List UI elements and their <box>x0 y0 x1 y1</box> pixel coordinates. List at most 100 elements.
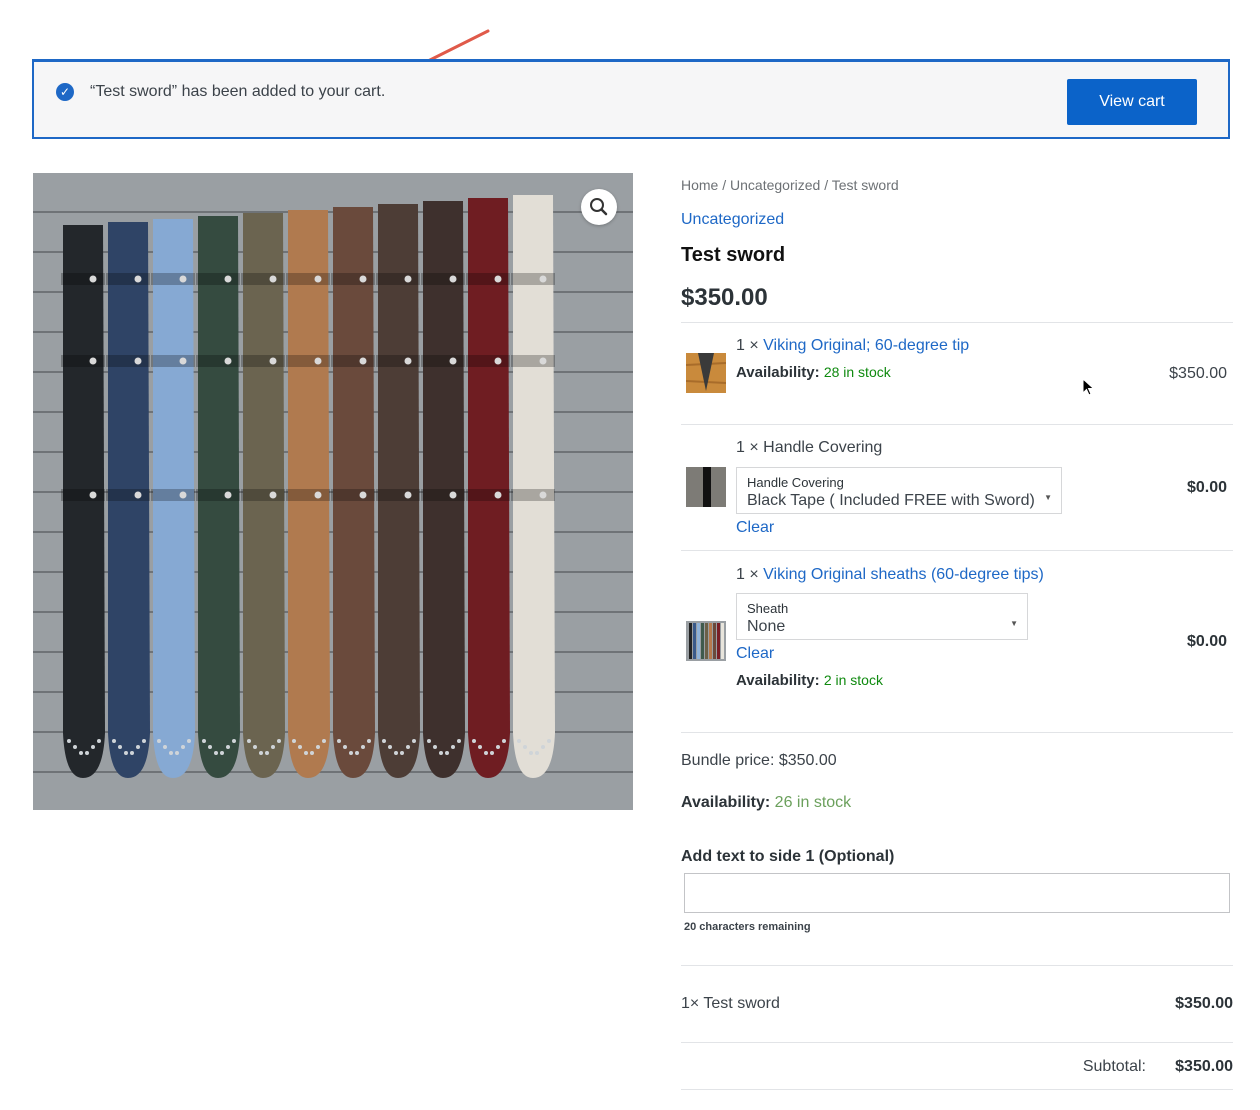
sheath-rivet <box>247 739 251 743</box>
sheath-strap <box>196 489 240 501</box>
sheath-rivet <box>179 491 187 499</box>
item-link-sword[interactable]: Viking Original; 60-degree tip <box>763 337 969 354</box>
sheath-strap <box>151 489 195 501</box>
sheath-rivet <box>163 745 167 749</box>
sheath-rivet <box>496 745 500 749</box>
sheath-strap <box>61 273 105 285</box>
sheath-rivet <box>134 275 142 283</box>
sheath-strap <box>331 273 375 285</box>
sheath-rivet <box>265 751 269 755</box>
sheath-rivet <box>277 739 281 743</box>
item-availability: Availability: 2 in stock <box>736 672 883 689</box>
sheath-shape <box>63 225 105 778</box>
sheath-rivet <box>124 751 128 755</box>
sheath-rivet <box>412 739 416 743</box>
sheath-strap <box>421 273 465 285</box>
sheath-rivet <box>472 739 476 743</box>
breadcrumb-current: Test sword <box>831 177 899 193</box>
sheath-rivet <box>404 275 412 283</box>
magnify-icon <box>590 198 608 216</box>
sheath-strap <box>511 489 555 501</box>
sheath-rivet <box>187 739 191 743</box>
sheath-rivet <box>89 357 97 365</box>
sheath-strap <box>106 273 150 285</box>
item-title: 1 × Viking Original sheaths (60-degree t… <box>736 566 1044 583</box>
sheath-rivet <box>490 751 494 755</box>
divider <box>681 732 1233 733</box>
bundle-availability: Availability: 26 in stock <box>681 794 852 811</box>
sheath-strap <box>421 355 465 367</box>
sheath-strap <box>511 273 555 285</box>
breadcrumb-home[interactable]: Home <box>681 177 718 193</box>
sheath-rivet <box>67 739 71 743</box>
sheath-rivet <box>547 739 551 743</box>
sheath-rivet <box>269 357 277 365</box>
item-price: $0.00 <box>1186 633 1227 650</box>
sheath-rivet <box>439 751 443 755</box>
sheath-rivet <box>382 739 386 743</box>
sheath-rivet <box>388 745 392 749</box>
sheath-rivet <box>355 751 359 755</box>
zoom-button[interactable] <box>581 189 617 225</box>
item-thumbnail-sword[interactable] <box>686 353 726 393</box>
sheath-rivet <box>142 739 146 743</box>
sheath-rivet <box>224 491 232 499</box>
sheath-rivet <box>478 745 482 749</box>
sheath-strap <box>286 489 330 501</box>
divider <box>681 322 1233 323</box>
item-link-sheath[interactable]: Viking Original sheaths (60-degree tips) <box>763 566 1044 583</box>
clear-handle-link[interactable]: Clear <box>736 519 774 537</box>
sheath-rivet <box>541 745 545 749</box>
sheath-strap <box>511 355 555 367</box>
sheath-rivet <box>134 491 142 499</box>
item-thumbnail-sheath[interactable] <box>686 621 726 661</box>
sheath-rivet <box>400 751 404 755</box>
sheath-strap <box>376 355 420 367</box>
sheath-strap <box>331 489 375 501</box>
sheath-rivet <box>535 751 539 755</box>
sheath-rivet <box>181 745 185 749</box>
item-name-handle: Handle Covering <box>763 439 883 456</box>
product-image[interactable] <box>33 173 633 810</box>
stock-count: 28 in stock <box>823 364 891 380</box>
sheath-rivet <box>494 357 502 365</box>
sheath-rivet <box>202 739 206 743</box>
notice-message: “Test sword” has been added to your cart… <box>90 83 386 100</box>
sheath-rivet <box>175 751 179 755</box>
sheath-strap <box>466 489 510 501</box>
divider <box>681 1089 1233 1090</box>
sheath-rivet <box>359 357 367 365</box>
product-summary: Home / Uncategorized / Test sword Uncate… <box>681 0 1233 1110</box>
sheath-rivet <box>304 751 308 755</box>
sheath-rivet <box>118 745 122 749</box>
sheath-strap <box>151 355 195 367</box>
sheath-strap <box>106 489 150 501</box>
sheath-rivet <box>269 275 277 283</box>
sheath-rivet <box>457 739 461 743</box>
sheath-select[interactable]: Sheath None ▼ <box>736 593 1028 640</box>
addon-text-input[interactable] <box>684 873 1230 913</box>
sheath-rivet <box>523 745 527 749</box>
clear-sheath-link[interactable]: Clear <box>736 645 774 663</box>
sheath-rivet <box>406 745 410 749</box>
breadcrumb-separator: / <box>718 177 731 193</box>
sheath-rivet <box>502 739 506 743</box>
addon-label: Add text to side 1 (Optional) <box>681 848 895 865</box>
check-circle-icon: ✓ <box>56 83 74 101</box>
sheath-strap <box>241 273 285 285</box>
item-thumbnail-handle[interactable] <box>686 467 726 507</box>
sheath-rivet <box>169 751 173 755</box>
category-link[interactable]: Uncategorized <box>681 211 784 229</box>
breadcrumb: Home / Uncategorized / Test sword <box>681 177 899 193</box>
sheath-rivet <box>314 491 322 499</box>
sheath-rivet <box>91 745 95 749</box>
handle-covering-select[interactable]: Handle Covering Black Tape ( Included FR… <box>736 467 1062 514</box>
sheath-rivet <box>269 491 277 499</box>
sheath-rivet <box>89 491 97 499</box>
sheath-rivet <box>79 751 83 755</box>
breadcrumb-category[interactable]: Uncategorized <box>730 177 820 193</box>
sheath-strap <box>196 355 240 367</box>
sheath-rivet <box>449 491 457 499</box>
sheath-rivet <box>136 745 140 749</box>
sheath-rivet <box>179 275 187 283</box>
